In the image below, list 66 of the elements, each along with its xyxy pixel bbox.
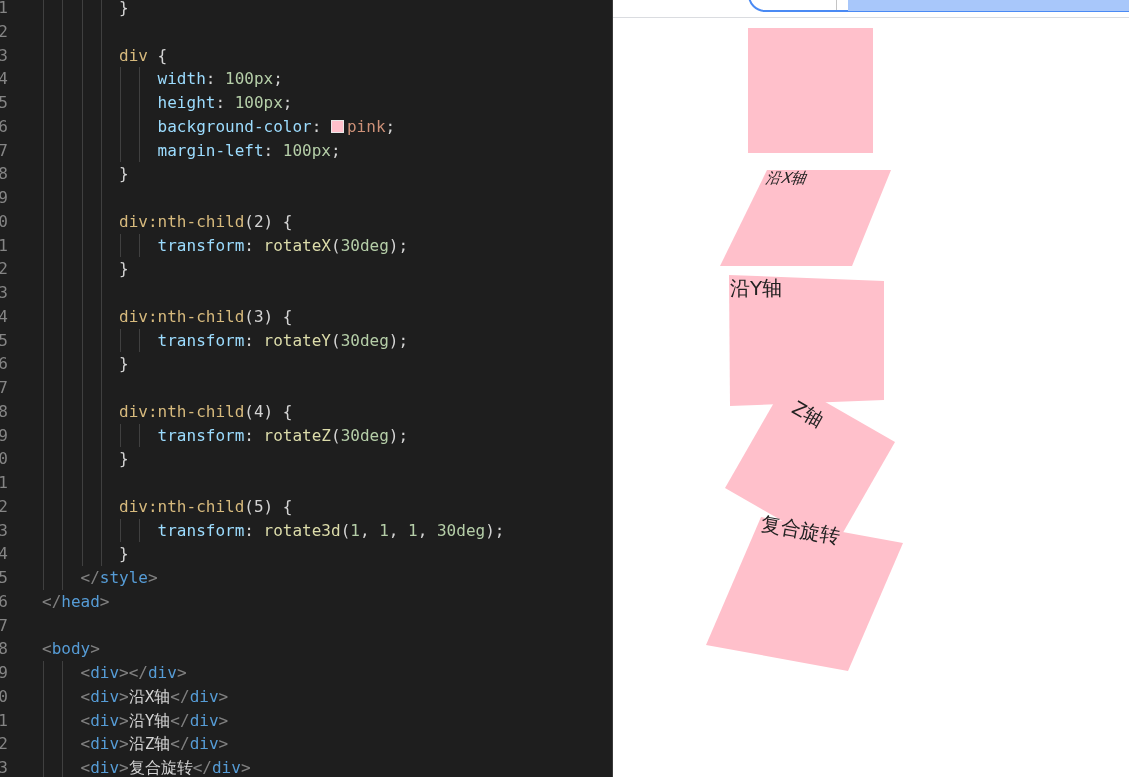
code-text: </head>: [42, 590, 110, 613]
square-label: 沿X轴: [763, 170, 811, 187]
code-text: }: [118, 448, 129, 471]
color-swatch-icon[interactable]: [331, 120, 344, 134]
line-number: 6: [0, 353, 8, 376]
code-text: <div>沿Z轴</div>: [79, 733, 229, 756]
line-number: 1: [0, 0, 8, 19]
code-text: transform: rotate3d(1, 1, 1, 30deg);: [156, 519, 505, 542]
square-label: 复合旋转: [759, 512, 842, 548]
code-text: pink;: [347, 115, 396, 138]
code-text: div:nth-child(3) {: [118, 305, 293, 328]
line-number: 2: [0, 495, 8, 518]
code-text: <div>复合旋转</div>: [79, 757, 251, 777]
line-number: 7: [0, 139, 8, 162]
code-text: background-color:: [156, 115, 323, 138]
code-text: width: 100px;: [156, 68, 283, 91]
line-number: 9: [0, 662, 8, 684]
code-text: div {: [118, 44, 168, 67]
code-text: transform: rotateY(30deg);: [156, 329, 409, 352]
code-text: height: 100px;: [156, 92, 293, 114]
line-number: 0: [0, 448, 8, 471]
line-number: 0: [0, 685, 8, 708]
line-number: 9: [0, 187, 8, 209]
code-text: }: [118, 258, 129, 281]
line-number: 8: [0, 638, 8, 661]
code-text: }: [118, 163, 129, 186]
square-label: Z轴: [788, 397, 827, 432]
code-text: div:nth-child(4) {: [118, 400, 293, 423]
line-number: 8: [0, 163, 8, 186]
line-number: 5: [0, 329, 8, 352]
code-text: <div>沿X轴</div>: [79, 685, 229, 708]
code-text: div:nth-child(2) {: [118, 210, 293, 233]
code-text: transform: rotateX(30deg);: [156, 234, 409, 257]
line-number: 8: [0, 400, 8, 423]
line-number: 6: [0, 590, 8, 613]
code-text: <div>沿Y轴</div>: [79, 709, 229, 732]
code-text: margin-left: 100px;: [156, 139, 341, 162]
line-number: 4: [0, 68, 8, 91]
line-number: 9: [0, 424, 8, 447]
line-number: 3: [0, 519, 8, 542]
code-text: <div></div>: [79, 662, 187, 684]
square-label: 沿Y轴: [730, 277, 783, 299]
line-number: 3: [0, 282, 8, 304]
line-number: 1: [0, 234, 8, 257]
code-text: transform: rotateZ(30deg);: [156, 424, 409, 447]
line-number: 6: [0, 115, 8, 138]
line-number: 3: [0, 757, 8, 777]
line-number: 5: [0, 92, 8, 114]
code-text: </style>: [79, 567, 158, 589]
line-number: 3: [0, 44, 8, 67]
code-text: }: [118, 353, 129, 376]
code-text: }: [118, 0, 129, 19]
line-number: 5: [0, 567, 8, 589]
line-number: 2: [0, 20, 8, 43]
line-number: 2: [0, 733, 8, 756]
line-number: 7: [0, 377, 8, 399]
code-text: <body>: [42, 638, 100, 661]
line-number: 2: [0, 258, 8, 281]
line-number: 7: [0, 614, 8, 637]
line-number: 4: [0, 305, 8, 328]
line-number: 1: [0, 709, 8, 732]
line-number: 1: [0, 472, 8, 494]
line-number: 4: [0, 543, 8, 566]
code-text: }: [118, 543, 129, 566]
code-text: div:nth-child(5) {: [118, 495, 293, 518]
line-number: 0: [0, 210, 8, 233]
